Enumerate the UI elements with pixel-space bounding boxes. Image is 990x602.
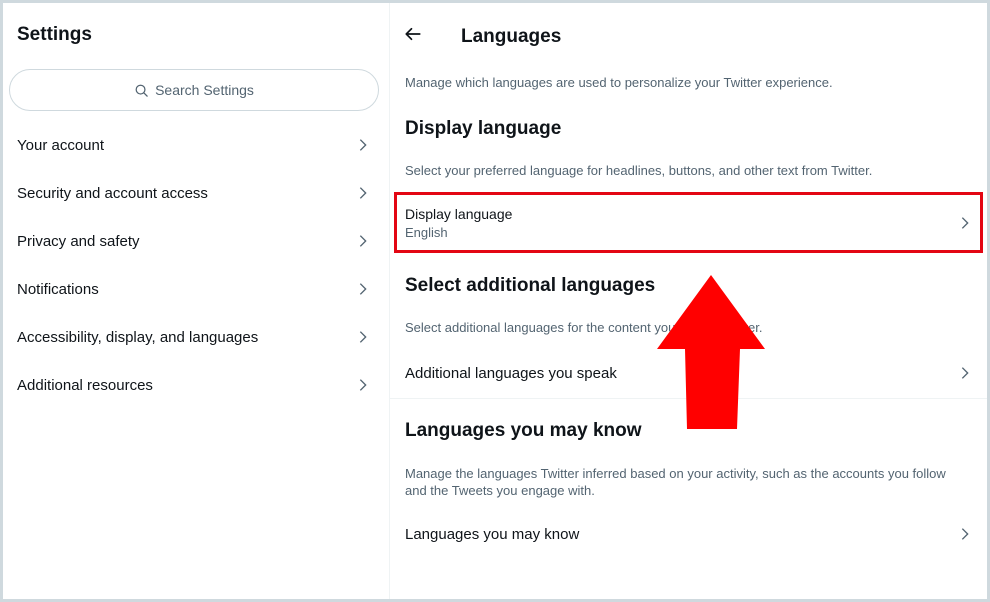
may-know-description: Manage the languages Twitter inferred ba… — [405, 465, 946, 499]
search-placeholder: Search Settings — [155, 82, 254, 98]
chevron-right-icon — [355, 233, 371, 249]
sidebar-item-notifications[interactable]: Notifications — [3, 265, 389, 313]
chevron-right-icon — [355, 185, 371, 201]
arrow-left-icon — [405, 27, 421, 41]
sidebar-item-label: Privacy and safety — [17, 232, 140, 250]
may-know-label: Languages you may know — [405, 525, 580, 543]
back-button[interactable] — [404, 25, 428, 49]
search-input[interactable]: Search Settings — [9, 69, 379, 111]
may-know-description-line: Manage the languages Twitter inferred ba… — [405, 466, 946, 481]
page-title: Languages — [461, 26, 562, 47]
may-know-row[interactable]: Languages you may know — [390, 509, 987, 559]
display-language-heading: Display language — [405, 118, 562, 139]
additional-languages-row[interactable]: Additional languages you speak — [390, 348, 987, 398]
sidebar-nav: Your account Security and account access… — [3, 121, 389, 409]
sidebar-item-label: Security and account access — [17, 184, 208, 202]
sidebar-item-security[interactable]: Security and account access — [3, 169, 389, 217]
display-language-description: Select your preferred language for headl… — [405, 163, 873, 178]
chevron-right-icon — [355, 281, 371, 297]
chevron-right-icon — [355, 329, 371, 345]
display-language-row[interactable]: Display language English — [390, 195, 987, 251]
display-language-row-text: Display language English — [405, 206, 512, 240]
sidebar-item-accessibility[interactable]: Accessibility, display, and languages — [3, 313, 389, 361]
intro-text: Manage which languages are used to perso… — [405, 75, 833, 90]
chevron-right-icon — [355, 377, 371, 393]
may-know-description-line: and the Tweets you engage with. — [405, 483, 595, 498]
chevron-right-icon — [957, 215, 973, 231]
additional-languages-label: Additional languages you speak — [405, 364, 617, 382]
may-know-heading: Languages you may know — [405, 420, 642, 441]
chevron-right-icon — [355, 137, 371, 153]
settings-sidebar: Settings Search Settings Your account Se… — [3, 3, 390, 599]
sidebar-item-additional-resources[interactable]: Additional resources — [3, 361, 389, 409]
sidebar-item-privacy[interactable]: Privacy and safety — [3, 217, 389, 265]
additional-languages-heading: Select additional languages — [405, 275, 656, 296]
window-frame: Settings Search Settings Your account Se… — [0, 0, 990, 602]
chevron-right-icon — [957, 365, 973, 381]
display-language-label: Display language — [405, 206, 513, 222]
languages-panel: Languages Manage which languages are use… — [390, 3, 987, 599]
chevron-right-icon — [957, 526, 973, 542]
sidebar-item-label: Accessibility, display, and languages — [17, 328, 259, 346]
additional-languages-description: Select additional languages for the cont… — [405, 320, 763, 335]
section-divider — [390, 398, 987, 399]
sidebar-item-label: Your account — [17, 136, 105, 154]
sidebar-title: Settings — [17, 24, 92, 45]
sidebar-item-label: Notifications — [17, 280, 99, 298]
sidebar-item-label: Additional resources — [17, 376, 153, 394]
sidebar-item-your-account[interactable]: Your account — [3, 121, 389, 169]
display-language-value: English — [405, 225, 448, 240]
search-icon — [135, 84, 148, 97]
